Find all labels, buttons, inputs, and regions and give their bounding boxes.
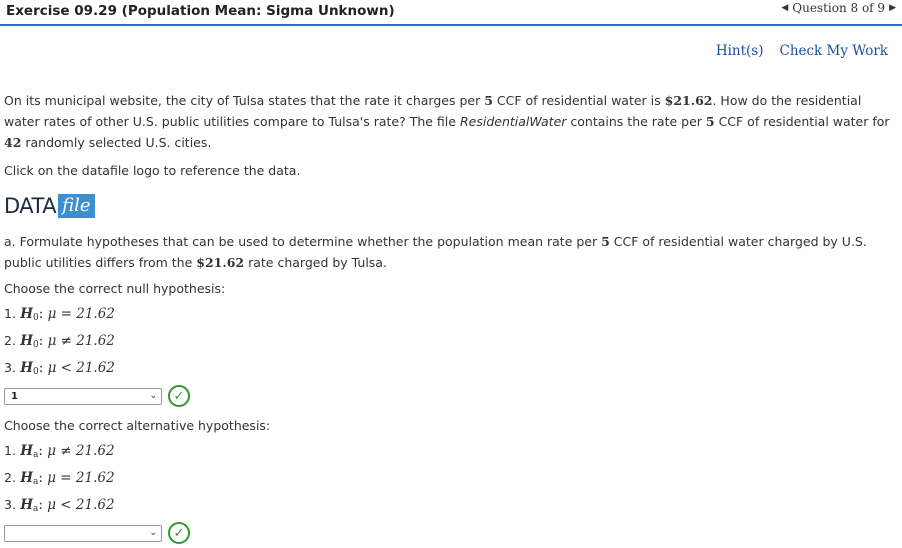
option-number: 2. — [4, 333, 16, 348]
problem-statement: On its municipal website, the city of Tu… — [4, 90, 900, 153]
null-hypothesis-options: 1. H0: μ = 21.62 2. H0: μ ≠ 21.62 3. H0:… — [4, 300, 900, 381]
null-option: 2. H0: μ ≠ 21.62 — [4, 333, 115, 350]
hypothesis-relation: μ < 21.62 — [47, 360, 115, 376]
intro-text: randomly selected U.S. cities. — [21, 135, 212, 150]
alt-option: 3. Ha: μ < 21.62 — [4, 497, 115, 514]
null-hypothesis-prompt: Choose the correct null hypothesis: — [4, 281, 226, 296]
hypothesis-symbol: H — [20, 306, 33, 322]
previous-question-icon[interactable]: ◀ — [781, 3, 788, 13]
hypothesis-symbol: H — [20, 360, 33, 376]
hypothesis-symbol: H — [20, 470, 33, 486]
hypothesis-relation: μ < 21.62 — [47, 497, 115, 513]
option-number: 3. — [4, 360, 16, 375]
hypothesis-relation: μ ≠ 21.62 — [47, 443, 115, 459]
next-question-icon[interactable]: ▶ — [889, 3, 896, 13]
datafile-name: ResidentialWater — [459, 114, 567, 129]
checkmark-icon: ✓ — [168, 522, 190, 544]
datafile-logo[interactable]: DATA file — [4, 189, 104, 223]
option-number: 1. — [4, 443, 16, 458]
intro-value: 42 — [4, 135, 22, 150]
chevron-down-icon: ⌄ — [149, 527, 157, 538]
exercise-title: Exercise 09.29 (Population Mean: Sigma U… — [6, 3, 395, 19]
alternative-hypothesis-options: 1. Ha: μ ≠ 21.62 2. Ha: μ = 21.62 3. Ha:… — [4, 437, 900, 518]
question-content: On its municipal website, the city of Tu… — [4, 90, 900, 548]
intro-text: contains the rate per — [566, 114, 706, 129]
hypothesis-subscript: a — [33, 477, 39, 487]
hypothesis-subscript: a — [33, 504, 39, 514]
intro-value: 5 — [705, 114, 715, 129]
null-option: 1. H0: μ = 21.62 — [4, 306, 115, 323]
null-answer-row: 1 ⌄ ✓ — [4, 381, 900, 411]
option-number: 3. — [4, 497, 16, 512]
check-my-work-link[interactable]: Check My Work — [779, 43, 888, 59]
exercise-header: Exercise 09.29 (Population Mean: Sigma U… — [0, 0, 902, 26]
part-a-text: rate charged by Tulsa. — [244, 255, 387, 270]
part-a-value: $21.62 — [196, 255, 245, 270]
alternative-hypothesis-select[interactable]: ⌄ — [4, 524, 162, 542]
null-option: 3. H0: μ < 21.62 — [4, 360, 115, 377]
intro-text: On its municipal website, the city of Tu… — [4, 93, 485, 108]
alt-option: 1. Ha: μ ≠ 21.62 — [4, 443, 115, 460]
null-hypothesis-select[interactable]: 1 ⌄ — [4, 387, 162, 405]
hypothesis-subscript: 0 — [33, 313, 39, 323]
part-a-value: 5 — [601, 234, 610, 249]
selected-value: 1 — [11, 390, 18, 402]
option-number: 1. — [4, 306, 16, 321]
hypothesis-symbol: H — [20, 497, 33, 513]
hypothesis-relation: μ = 21.62 — [47, 470, 115, 486]
chevron-down-icon: ⌄ — [149, 390, 157, 401]
checkmark-icon: ✓ — [168, 385, 190, 407]
click-note: Click on the datafile logo to reference … — [4, 163, 301, 178]
hypothesis-relation: μ ≠ 21.62 — [47, 333, 115, 349]
hypothesis-symbol: H — [20, 443, 33, 459]
option-number: 2. — [4, 470, 16, 485]
part-a-text: a. Formulate hypotheses that can be used… — [4, 234, 602, 249]
alt-option: 2. Ha: μ = 21.62 — [4, 470, 115, 487]
datafile-logo-file: file — [58, 194, 95, 218]
help-links: Hint(s) Check My Work — [716, 43, 888, 59]
question-counter: Question 8 of 9 — [792, 1, 886, 15]
part-a-statement: a. Formulate hypotheses that can be used… — [4, 231, 900, 273]
alternative-hypothesis-prompt: Choose the correct alternative hypothesi… — [4, 418, 271, 433]
hypothesis-subscript: 0 — [33, 367, 39, 377]
intro-text: CCF of residential water for — [714, 114, 890, 129]
intro-text: CCF of residential water is — [492, 93, 665, 108]
intro-value: 5 — [484, 93, 493, 108]
hypothesis-subscript: 0 — [33, 340, 39, 350]
alt-answer-row: ⌄ ✓ — [4, 518, 900, 548]
hypothesis-subscript: a — [33, 450, 39, 460]
hints-link[interactable]: Hint(s) — [716, 43, 764, 59]
hypothesis-symbol: H — [20, 333, 33, 349]
hypothesis-relation: μ = 21.62 — [47, 306, 115, 322]
intro-value: $21.62 — [664, 93, 713, 108]
datafile-logo-data: DATA — [4, 194, 57, 218]
question-navigator: ◀ Question 8 of 9 ▶ — [781, 1, 896, 15]
